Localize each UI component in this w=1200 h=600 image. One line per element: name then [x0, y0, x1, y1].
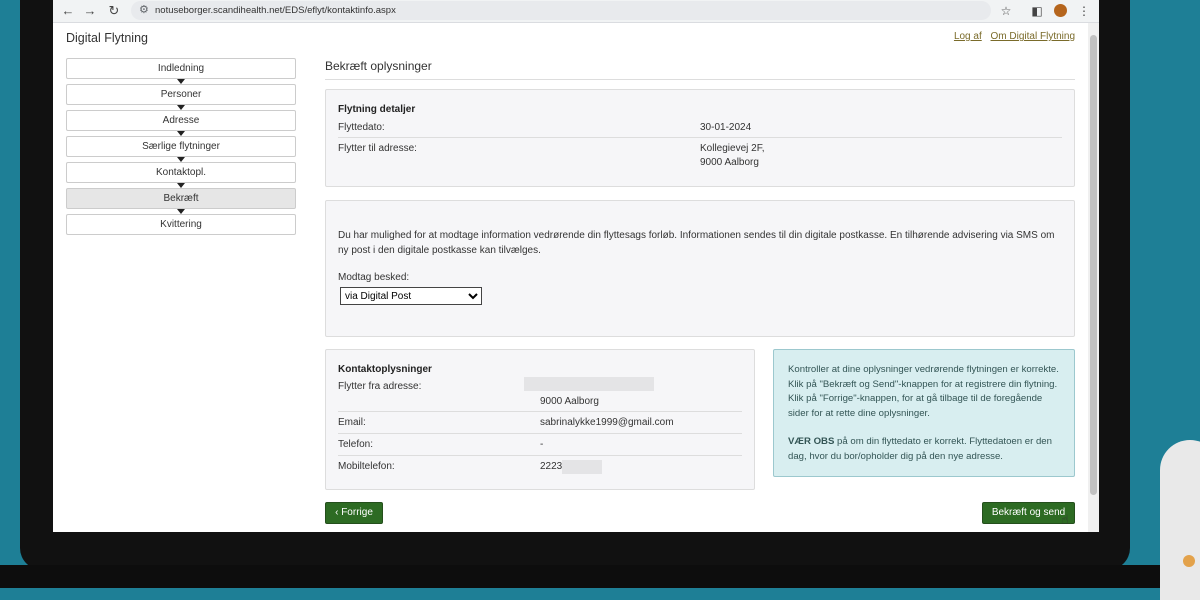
note-paragraph-1: Kontroller at dine oplysninger vedrørend…: [788, 364, 1059, 419]
back-button[interactable]: ‹ Forrige: [325, 502, 383, 524]
step-personer[interactable]: Personer: [66, 84, 296, 110]
browser-toolbar: ← → ↻ ⚙ notuseborger.scandihealth.net/ED…: [53, 0, 1099, 23]
date-value: 30-01-2024: [700, 122, 752, 133]
step-bekraeft[interactable]: Bekræft: [66, 188, 296, 214]
phone-value: -: [540, 439, 544, 450]
redacted-mobile: [562, 460, 602, 474]
back-button-label: Forrige: [341, 507, 373, 518]
page-scrollbar[interactable]: [1088, 23, 1099, 532]
site-settings-icon[interactable]: ⚙: [139, 3, 149, 16]
address-bar[interactable]: ⚙ notuseborger.scandihealth.net/EDS/efly…: [131, 1, 991, 20]
reload-icon[interactable]: ↻: [105, 2, 123, 20]
section-title: Bekræft oplysninger: [325, 59, 1075, 80]
contact-divider-3: [338, 455, 742, 456]
step-kvittering[interactable]: Kvittering: [66, 214, 296, 235]
back-arrow-icon[interactable]: ←: [59, 2, 77, 20]
bookmark-star-icon[interactable]: ☆: [997, 2, 1015, 20]
notification-info: Du har mulighed for at modtage informati…: [338, 230, 1055, 256]
logout-link[interactable]: Log af: [954, 31, 982, 42]
scrollbar-thumb[interactable]: [1090, 35, 1097, 495]
from-address-city: 9000 Aalborg: [540, 396, 599, 407]
menu-dots-icon[interactable]: ⋮: [1075, 2, 1093, 20]
forward-arrow-icon[interactable]: →: [81, 2, 99, 20]
step-navigation: Indledning Personer Adresse Særlige flyt…: [66, 58, 296, 240]
contact-heading: Kontaktoplysninger: [338, 364, 432, 375]
contact-panel: Kontaktoplysninger Flytter fra adresse: …: [325, 349, 755, 490]
from-address-label: Flytter fra adresse:: [338, 381, 422, 392]
background-dot: [1183, 555, 1195, 567]
note-paragraph-2: VÆR OBS på om din flyttedato er korrekt.…: [788, 435, 1060, 464]
mobile-label: Mobiltelefon:: [338, 461, 395, 472]
email-label: Email:: [338, 417, 366, 428]
details-divider: [338, 137, 1062, 138]
laptop-base: [0, 565, 1200, 588]
email-value: sabrinalykke1999@gmail.com: [540, 417, 674, 428]
contact-divider-2: [338, 433, 742, 434]
browser-window: ← → ↻ ⚙ notuseborger.scandihealth.net/ED…: [53, 0, 1099, 532]
to-address-line2: 9000 Aalborg: [700, 157, 759, 168]
about-link[interactable]: Om Digital Flytning: [991, 31, 1075, 42]
receive-message-select[interactable]: via Digital Post: [340, 287, 482, 305]
details-heading: Flytning detaljer: [338, 104, 416, 115]
side-panel-icon[interactable]: ◧: [1028, 2, 1046, 20]
url-text: notuseborger.scandihealth.net/EDS/eflyt/…: [155, 5, 396, 16]
instruction-note: Kontroller at dine oplysninger vedrørend…: [773, 349, 1075, 477]
redacted-address: [524, 377, 654, 391]
step-adresse[interactable]: Adresse: [66, 110, 296, 136]
top-links: Log af Om Digital Flytning: [948, 31, 1075, 42]
phone-label: Telefon:: [338, 439, 374, 450]
contact-divider-1: [338, 411, 742, 412]
mobile-value: 2223: [540, 461, 563, 472]
step-saerlige-flytninger[interactable]: Særlige flytninger: [66, 136, 296, 162]
note-warning-bold: VÆR OBS: [788, 436, 835, 447]
background-object: [1160, 440, 1200, 600]
step-kontaktopl[interactable]: Kontaktopl.: [66, 162, 296, 188]
page-title: Digital Flytning: [66, 31, 148, 45]
hand-cursor-icon: ☝: [1061, 512, 1069, 527]
profile-avatar[interactable]: [1054, 4, 1067, 17]
notification-panel: Du har mulighed for at modtage informati…: [325, 200, 1075, 337]
receive-message-label: Modtag besked:: [338, 272, 410, 283]
step-indledning[interactable]: Indledning: [66, 58, 296, 84]
to-address-line1: Kollegievej 2F,: [700, 143, 765, 154]
move-details-panel: Flytning detaljer Flyttedato: 30-01-2024…: [325, 89, 1075, 187]
date-label: Flyttedato:: [338, 122, 385, 133]
to-address-label: Flytter til adresse:: [338, 143, 417, 154]
